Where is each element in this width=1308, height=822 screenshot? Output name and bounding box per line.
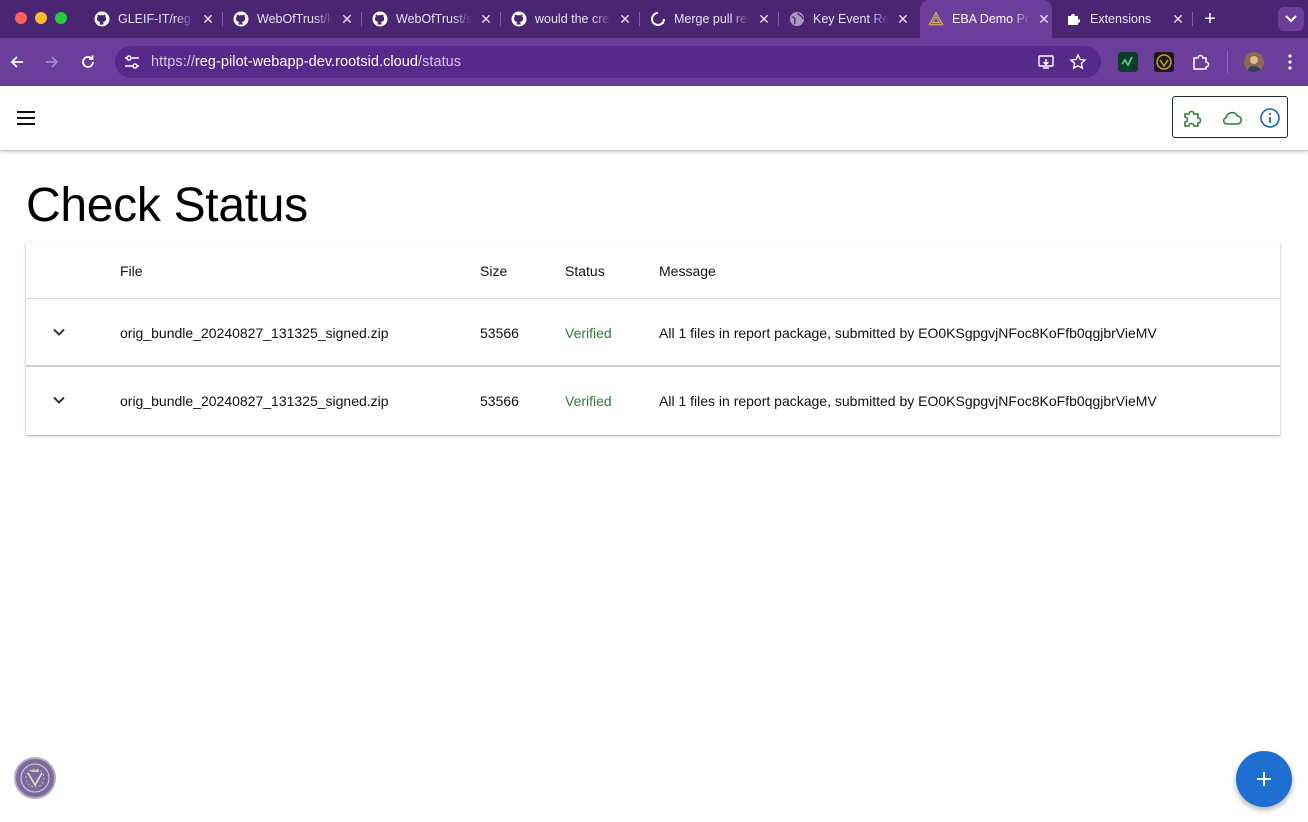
column-header-size[interactable]: Size <box>480 263 507 279</box>
tab-separator <box>361 12 362 26</box>
hamburger-icon <box>17 111 35 113</box>
extensions-puzzle-icon[interactable] <box>1191 52 1211 72</box>
tab-title: GLEIF-IT/reg-pilot <box>118 12 194 26</box>
browser-tab-active[interactable]: EBA Demo Portal ✕ <box>920 0 1052 38</box>
github-icon <box>372 11 388 27</box>
puzzle-icon <box>1066 11 1082 27</box>
tab-separator <box>1192 12 1193 26</box>
tab-title: Key Event Receipt <box>813 12 889 26</box>
arrow-right-icon <box>46 56 59 68</box>
row-divider <box>26 365 1280 367</box>
close-tab-icon[interactable]: ✕ <box>1036 11 1052 28</box>
tab-separator <box>222 12 223 26</box>
tab-search-button[interactable] <box>1278 7 1304 31</box>
app-header <box>0 86 1308 150</box>
back-button[interactable] <box>7 52 27 72</box>
file-name-cell: orig_bundle_20240827_131325_signed.zip <box>120 325 389 341</box>
github-icon <box>94 11 110 27</box>
close-tab-icon[interactable]: ✕ <box>478 11 494 28</box>
size-cell: 53566 <box>480 325 519 341</box>
arrow-left-icon <box>10 56 23 68</box>
status-cell: Verified <box>565 393 612 409</box>
tab-title: WebOfTrust/keria <box>257 12 333 26</box>
hamburger-icon-line <box>17 117 35 119</box>
forward-button[interactable] <box>42 52 62 72</box>
extension-puzzle-icon[interactable] <box>1181 106 1205 130</box>
reload-button[interactable] <box>78 52 98 72</box>
tab-separator <box>500 12 501 26</box>
github-icon <box>233 11 249 27</box>
cloud-icon[interactable] <box>1220 106 1244 130</box>
tab-title: Merge pull request <box>674 12 750 26</box>
plus-icon <box>1257 772 1271 786</box>
size-cell: 53566 <box>480 393 519 409</box>
install-app-icon[interactable] <box>1037 53 1055 71</box>
browser-toolbar: https://reg-pilot-webapp-dev.rootsid.clo… <box>0 38 1308 86</box>
browser-tab[interactable]: Extensions ✕ <box>1058 0 1186 38</box>
reload-icon <box>82 55 94 68</box>
tab-title: Extensions <box>1090 12 1152 26</box>
extension-chart-icon[interactable] <box>1118 52 1138 72</box>
site-settings-icon[interactable] <box>123 53 141 71</box>
tab-title: WebOfTrust/signify <box>396 12 472 26</box>
globe-icon <box>789 11 805 27</box>
close-tab-icon[interactable]: ✕ <box>756 11 772 28</box>
close-tab-icon[interactable]: ✕ <box>339 11 355 28</box>
page-title: Check Status <box>26 179 308 232</box>
browser-tab[interactable]: Key Event Receipt ✕ <box>781 0 911 38</box>
hamburger-menu-button[interactable] <box>14 106 38 130</box>
github-icon <box>511 11 527 27</box>
column-header-message[interactable]: Message <box>659 263 716 279</box>
url-text[interactable]: https://reg-pilot-webapp-dev.rootsid.clo… <box>151 54 461 70</box>
header-divider <box>26 298 1280 299</box>
kebab-menu-icon <box>1288 54 1292 70</box>
tab-separator <box>639 12 640 26</box>
zoom-window-button[interactable] <box>55 12 67 24</box>
address-bar[interactable]: https://reg-pilot-webapp-dev.rootsid.clo… <box>115 46 1101 78</box>
status-table: File Size Status Message orig_bundle_202… <box>26 242 1280 435</box>
connection-status-group <box>1172 96 1288 138</box>
close-tab-icon[interactable]: ✕ <box>617 11 633 28</box>
browser-tab-bar: GLEIF-IT/reg-pilot ✕ WebOfTrust/keria ✕ … <box>0 0 1308 38</box>
expand-chevron-icon[interactable] <box>49 322 69 342</box>
extension-seal-icon[interactable] <box>1154 52 1174 72</box>
tab-title: EBA Demo Portal <box>952 12 1030 26</box>
chevron-down-icon <box>1285 15 1297 23</box>
close-tab-icon[interactable]: ✕ <box>1170 11 1186 28</box>
add-fab-button[interactable] <box>1236 751 1292 807</box>
url-scheme: https:// <box>151 54 195 70</box>
browser-tab[interactable]: Merge pull request ✕ <box>642 0 772 38</box>
browser-tab[interactable]: GLEIF-IT/reg-pilot ✕ <box>86 0 216 38</box>
github-sync-icon <box>650 11 666 27</box>
close-tab-icon[interactable]: ✕ <box>895 11 911 28</box>
triangle-logo-icon <box>928 11 944 27</box>
new-tab-button[interactable]: + <box>1200 9 1220 29</box>
browser-tab[interactable]: WebOfTrust/signify ✕ <box>364 0 494 38</box>
message-cell: All 1 files in report package, submitted… <box>659 393 1157 409</box>
url-host: reg-pilot-webapp-dev.rootsid.cloud <box>194 54 419 70</box>
expand-chevron-icon[interactable] <box>49 390 69 410</box>
message-cell: All 1 files in report package, submitted… <box>659 325 1157 341</box>
close-window-button[interactable] <box>15 12 27 24</box>
tab-title: would the credential <box>535 12 611 26</box>
bookmark-star-icon[interactable] <box>1069 53 1087 71</box>
tab-separator <box>778 12 779 26</box>
organization-seal-logo[interactable] <box>14 757 56 799</box>
toolbar-separator <box>1227 51 1228 73</box>
hamburger-icon-line <box>17 123 35 125</box>
minimize-window-button[interactable] <box>35 12 47 24</box>
url-path: /status <box>418 54 462 70</box>
status-cell: Verified <box>565 325 612 341</box>
browser-tab[interactable]: would the credential ✕ <box>503 0 633 38</box>
browser-menu-button[interactable] <box>1280 52 1300 72</box>
file-name-cell: orig_bundle_20240827_131325_signed.zip <box>120 393 389 409</box>
profile-avatar[interactable] <box>1244 52 1264 72</box>
info-icon[interactable] <box>1258 106 1282 130</box>
close-tab-icon[interactable]: ✕ <box>200 11 216 28</box>
column-header-file[interactable]: File <box>120 263 143 279</box>
column-header-status[interactable]: Status <box>565 263 605 279</box>
browser-tab[interactable]: WebOfTrust/keria ✕ <box>225 0 355 38</box>
